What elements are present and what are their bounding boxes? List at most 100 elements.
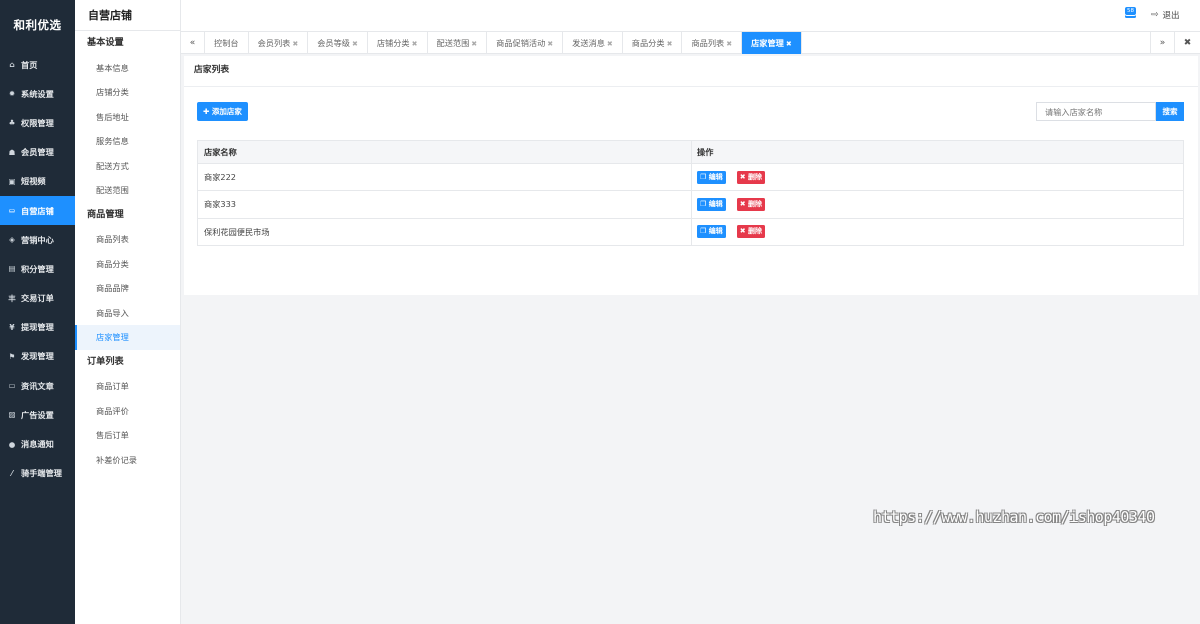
nav-item-2[interactable]: ♣ 权限管理	[0, 108, 75, 137]
close-tab-icon[interactable]: ✖	[726, 40, 732, 48]
close-icon: ✖	[739, 199, 749, 208]
edit-button[interactable]: ❐ 编辑	[697, 197, 726, 211]
close-icon: ✖	[739, 227, 749, 236]
sub-nav-item[interactable]: 商品订单	[75, 374, 180, 399]
edit-button[interactable]: ❐ 编辑	[697, 170, 726, 184]
column-header-name: 店家名称	[198, 141, 692, 163]
nav-item-label: 系统设置	[21, 88, 54, 99]
tab-5[interactable]: 商品促销活动 ✖	[487, 32, 564, 54]
logout-label: 退出	[1162, 11, 1180, 21]
copy-icon: ❐	[700, 199, 709, 208]
store-name-cell: 商家222	[198, 164, 692, 191]
sub-nav-item[interactable]: 补差价记录	[75, 448, 180, 473]
close-tab-icon[interactable]: ✖	[547, 40, 553, 48]
sub-nav-item[interactable]: 基本信息	[75, 56, 180, 81]
tab-4[interactable]: 配送范围 ✖	[428, 32, 488, 54]
nav-item-0[interactable]: ⌂ 首页	[0, 50, 75, 79]
sub-nav-item[interactable]: 店家管理	[75, 325, 180, 350]
nav-item-4[interactable]: ▣ 短视频	[0, 167, 75, 196]
sub-nav-item[interactable]: 售后订单	[75, 423, 180, 448]
store-table: 店家名称 操作 商家222 ❐ 编辑 ✖ 删除 商家333 ❐ 编辑 ✖ 删除 保利花园便民…	[197, 140, 1184, 246]
message-count-badge: 58	[1124, 6, 1137, 16]
delete-button[interactable]: ✖ 删除	[736, 225, 766, 239]
actions-cell: ❐ 编辑 ✖ 删除	[692, 191, 1183, 217]
nav-item-3[interactable]: ☗ 会员管理	[0, 138, 75, 167]
tab-scroll-right-icon[interactable]: »	[1150, 32, 1174, 54]
sub-nav-item[interactable]: 服务信息	[75, 129, 180, 154]
search-button[interactable]: 搜索	[1156, 102, 1184, 121]
nav-item-8[interactable]: 丰交易订单	[0, 284, 75, 313]
close-all-tabs-icon[interactable]: ✖	[1174, 32, 1200, 54]
sub-nav-item[interactable]: 商品品牌	[75, 276, 180, 301]
table-header: 店家名称 操作	[198, 141, 1183, 163]
nav-item-6[interactable]: ◈ 营销中心	[0, 225, 75, 254]
tab-3[interactable]: 店铺分类 ✖	[368, 32, 428, 54]
wand-icon: ⁄	[11, 468, 13, 478]
tab-1[interactable]: 会员列表 ✖	[249, 32, 309, 54]
sub-nav-item[interactable]: 店铺分类	[75, 80, 180, 105]
nav-item-label: 资讯文章	[21, 380, 54, 391]
tab-6[interactable]: 发送消息 ✖	[563, 32, 623, 54]
nav-item-14[interactable]: ⁄ 骑手端管理	[0, 459, 75, 488]
plus-icon: ✚	[203, 107, 210, 116]
tab-scroll-left-icon[interactable]: «	[181, 32, 205, 54]
edit-button[interactable]: ❐ 编辑	[697, 225, 726, 239]
nav-item-13[interactable]: ● 消息通知	[0, 429, 75, 458]
tab-label: 会员等级	[317, 38, 350, 48]
tab-0[interactable]: 控制台	[205, 32, 249, 54]
nav-item-label: 消息通知	[21, 439, 54, 450]
sub-nav-item[interactable]: 商品评价	[75, 399, 180, 424]
nav-item-10[interactable]: ⚑ 发现管理	[0, 342, 75, 371]
table-row: 商家222 ❐ 编辑 ✖ 删除	[198, 163, 1183, 191]
delete-label: 删除	[748, 227, 763, 236]
tab-8[interactable]: 商品列表 ✖	[682, 32, 743, 54]
nav-item-5[interactable]: ⛀ 自营店铺	[0, 195, 75, 226]
home-icon: ⌂	[9, 60, 15, 70]
delete-label: 删除	[748, 199, 763, 208]
table-row: 商家333 ❐ 编辑 ✖ 删除	[198, 190, 1183, 218]
delete-button[interactable]: ✖ 删除	[736, 197, 766, 211]
sub-nav-item[interactable]: 商品分类	[75, 252, 180, 277]
tab-7[interactable]: 商品分类 ✖	[623, 32, 683, 54]
sub-sidebar-title: 自营店铺	[75, 0, 180, 31]
close-tab-icon[interactable]: ✖	[352, 40, 358, 48]
close-tab-icon[interactable]: ✖	[607, 40, 613, 48]
tab-label: 商品列表	[691, 38, 725, 48]
add-store-button[interactable]: ✚ 添加店家	[197, 102, 248, 121]
nav-item-label: 广告设置	[21, 409, 54, 420]
close-icon: ✖	[739, 172, 749, 181]
yen-icon: ¥	[9, 322, 15, 332]
nav-item-1[interactable]: ✹ 系统设置	[0, 79, 75, 108]
nav-item-11[interactable]: ▭ 资讯文章	[0, 371, 75, 400]
tab-2[interactable]: 会员等级 ✖	[308, 32, 368, 54]
users-icon: ☗	[8, 147, 16, 157]
nav-item-label: 短视频	[21, 176, 46, 187]
nav-item-12[interactable]: ▨ 广告设置	[0, 400, 75, 429]
copy-icon: ❐	[700, 227, 709, 236]
tab-9[interactable]: 店家管理 ✖	[742, 32, 802, 54]
nav-item-label: 自营店铺	[21, 205, 54, 216]
close-tab-icon[interactable]: ✖	[471, 40, 477, 48]
nav-item-label: 营销中心	[21, 234, 54, 245]
nav-item-9[interactable]: ¥ 提现管理	[0, 313, 75, 342]
delete-button[interactable]: ✖ 删除	[736, 170, 766, 184]
sub-nav-item[interactable]: 配送方式	[75, 154, 180, 179]
close-tab-icon[interactable]: ✖	[667, 40, 673, 48]
sub-nav-item[interactable]: 配送范围	[75, 178, 180, 203]
nav-item-label: 会员管理	[21, 147, 54, 158]
flag-icon: ⚑	[8, 351, 16, 361]
sub-nav-item[interactable]: 商品列表	[75, 227, 180, 252]
sub-nav-item[interactable]: 商品导入	[75, 301, 180, 326]
close-tab-icon[interactable]: ✖	[786, 40, 792, 48]
tab-label: 控制台	[214, 38, 239, 48]
search-input[interactable]	[1036, 102, 1156, 121]
sitemap-icon: ♣	[8, 118, 16, 128]
nav-item-label: 首页	[21, 59, 38, 70]
main-sidebar: 和利优选 ⌂ 首页 ✹ 系统设置 ♣ 权限管理 ☗ 会员管理 ▣ 短视频 ⛀ 自营店铺 ◈ 营销中心 ▤ 积分…	[0, 0, 75, 624]
sub-nav-item[interactable]: 售后地址	[75, 105, 180, 130]
nav-item-7[interactable]: ▤ 积分管理	[0, 254, 75, 283]
close-tab-icon[interactable]: ✖	[412, 40, 418, 48]
close-tab-icon[interactable]: ✖	[292, 40, 298, 48]
logout-button[interactable]: ⇨ 退出	[1151, 9, 1180, 21]
message-button[interactable]: 58	[1124, 6, 1138, 21]
